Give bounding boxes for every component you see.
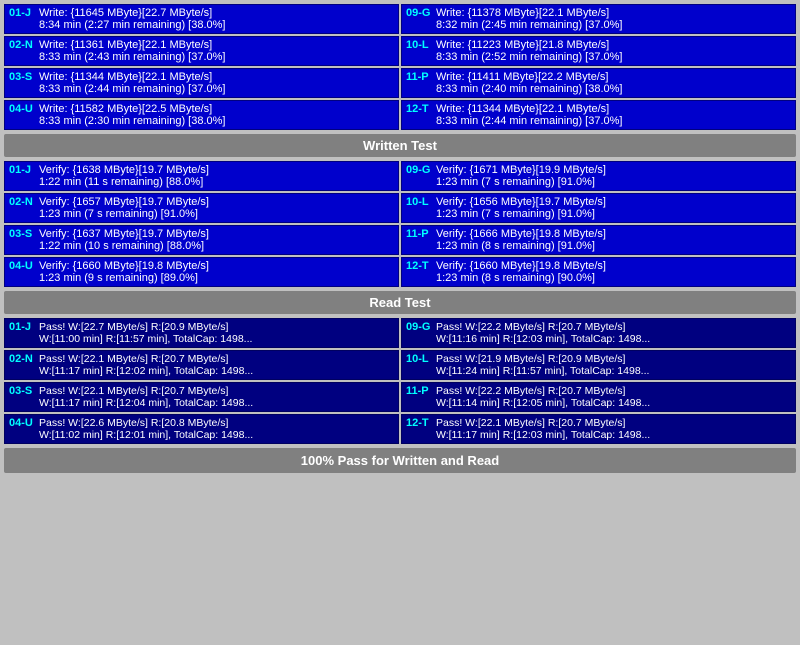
verify-left-04u: 04-U Verify: {1660 MByte}[19.8 MByte/s] …: [4, 257, 399, 287]
read-test-header: Read Test: [4, 291, 796, 314]
write-card-03s: 03-S Write: {11344 MByte}[22.1 MByte/s] …: [4, 68, 399, 98]
verify-card-09g: 09-G Verify: {1671 MByte}[19.9 MByte/s] …: [401, 161, 796, 191]
verify-card-02n: 02-N Verify: {1657 MByte}[19.7 MByte/s] …: [4, 193, 399, 223]
write-left-04u: 04-U Write: {11582 MByte}[22.5 MByte/s] …: [4, 100, 399, 130]
read-card-02n: 02-N Pass! W:[22.1 MByte/s] R:[20.7 MByt…: [4, 350, 399, 380]
read-card-12t: 12-T Pass! W:[22.1 MByte/s] R:[20.7 MByt…: [401, 414, 796, 444]
read-right-09g: 09-G Pass! W:[22.2 MByte/s] R:[20.7 MByt…: [401, 318, 796, 348]
verify-section: 01-J Verify: {1638 MByte}[19.7 MByte/s] …: [4, 161, 796, 287]
verify-card-10l: 10-L Verify: {1656 MByte}[19.7 MByte/s] …: [401, 193, 796, 223]
read-card-09g: 09-G Pass! W:[22.2 MByte/s] R:[20.7 MByt…: [401, 318, 796, 348]
write-grid-3: 03-S Write: {11344 MByte}[22.1 MByte/s] …: [4, 68, 796, 98]
verify-left-01j: 01-J Verify: {1638 MByte}[19.7 MByte/s] …: [4, 161, 399, 191]
read-card-10l: 10-L Pass! W:[21.9 MByte/s] R:[20.9 MByt…: [401, 350, 796, 380]
write-grid: 01-J Write: {11645 MByte}[22.7 MByte/s] …: [4, 4, 796, 34]
write-right-12t: 12-T Write: {11344 MByte}[22.1 MByte/s] …: [401, 100, 796, 130]
verify-grid-1: 01-J Verify: {1638 MByte}[19.7 MByte/s] …: [4, 161, 796, 191]
write-right-11p: 11-P Write: {11411 MByte}[22.2 MByte/s] …: [401, 68, 796, 98]
verify-left-02n: 02-N Verify: {1657 MByte}[19.7 MByte/s] …: [4, 193, 399, 223]
verify-card-01j: 01-J Verify: {1638 MByte}[19.7 MByte/s] …: [4, 161, 399, 191]
card-text-09g-l2: 8:32 min (2:45 min remaining) [37.0%]: [436, 19, 791, 31]
write-card-04u: 04-U Write: {11582 MByte}[22.5 MByte/s] …: [4, 100, 399, 130]
read-grid-2: 02-N Pass! W:[22.1 MByte/s] R:[20.7 MByt…: [4, 350, 796, 380]
read-left-04u: 04-U Pass! W:[22.6 MByte/s] R:[20.8 MByt…: [4, 414, 399, 444]
card-text-01j-l2: 8:34 min (2:27 min remaining) [38.0%]: [39, 19, 394, 31]
read-grid-3: 03-S Pass! W:[22.1 MByte/s] R:[20.7 MByt…: [4, 382, 796, 412]
card-text-09g-l1: Write: {11378 MByte}[22.1 MByte/s]: [436, 7, 791, 19]
write-card-01j: 01-J Write: {11645 MByte}[22.7 MByte/s] …: [4, 4, 399, 34]
write-card-11p: 11-P Write: {11411 MByte}[22.2 MByte/s] …: [401, 68, 796, 98]
verify-card-12t: 12-T Verify: {1660 MByte}[19.8 MByte/s] …: [401, 257, 796, 287]
verify-left-03s: 03-S Verify: {1637 MByte}[19.7 MByte/s] …: [4, 225, 399, 255]
write-right-10l: 10-L Write: {11223 MByte}[21.8 MByte/s] …: [401, 36, 796, 66]
verify-right-09g: 09-G Verify: {1671 MByte}[19.9 MByte/s] …: [401, 161, 796, 191]
verify-card-04u: 04-U Verify: {1660 MByte}[19.8 MByte/s] …: [4, 257, 399, 287]
write-card-09g: 09-G Write: {11378 MByte}[22.1 MByte/s] …: [401, 4, 796, 34]
verify-right-11p: 11-P Verify: {1666 MByte}[19.8 MByte/s] …: [401, 225, 796, 255]
written-test-header: Written Test: [4, 134, 796, 157]
read-right-10l: 10-L Pass! W:[21.9 MByte/s] R:[20.9 MByt…: [401, 350, 796, 380]
read-card-01j: 01-J Pass! W:[22.7 MByte/s] R:[20.9 MByt…: [4, 318, 399, 348]
read-left-03s: 03-S Pass! W:[22.1 MByte/s] R:[20.7 MByt…: [4, 382, 399, 412]
read-right-11p: 11-P Pass! W:[22.2 MByte/s] R:[20.7 MByt…: [401, 382, 796, 412]
write-card-10l: 10-L Write: {11223 MByte}[21.8 MByte/s] …: [401, 36, 796, 66]
read-left-01j: 01-J Pass! W:[22.7 MByte/s] R:[20.9 MByt…: [4, 318, 399, 348]
write-card-12t: 12-T Write: {11344 MByte}[22.1 MByte/s] …: [401, 100, 796, 130]
write-card-02n: 02-N Write: {11361 MByte}[22.1 MByte/s] …: [4, 36, 399, 66]
write-left-02n: 02-N Write: {11361 MByte}[22.1 MByte/s] …: [4, 36, 399, 66]
verify-card-03s: 03-S Verify: {1637 MByte}[19.7 MByte/s] …: [4, 225, 399, 255]
write-left-03s: 03-S Write: {11344 MByte}[22.1 MByte/s] …: [4, 68, 399, 98]
read-card-03s: 03-S Pass! W:[22.1 MByte/s] R:[20.7 MByt…: [4, 382, 399, 412]
read-grid-1: 01-J Pass! W:[22.7 MByte/s] R:[20.9 MByt…: [4, 318, 796, 348]
write-right-col-09g: 09-G Write: {11378 MByte}[22.1 MByte/s] …: [401, 4, 796, 34]
read-grid-4: 04-U Pass! W:[22.6 MByte/s] R:[20.8 MByt…: [4, 414, 796, 444]
card-id-09g: 09-G: [406, 7, 434, 19]
write-left-col: 01-J Write: {11645 MByte}[22.7 MByte/s] …: [4, 4, 399, 34]
write-grid-4: 04-U Write: {11582 MByte}[22.5 MByte/s] …: [4, 100, 796, 130]
verify-grid-3: 03-S Verify: {1637 MByte}[19.7 MByte/s] …: [4, 225, 796, 255]
main-container: 01-J Write: {11645 MByte}[22.7 MByte/s] …: [0, 0, 800, 477]
read-section: 01-J Pass! W:[22.7 MByte/s] R:[20.9 MByt…: [4, 318, 796, 444]
verify-card-11p: 11-P Verify: {1666 MByte}[19.8 MByte/s] …: [401, 225, 796, 255]
read-left-02n: 02-N Pass! W:[22.1 MByte/s] R:[20.7 MByt…: [4, 350, 399, 380]
read-right-12t: 12-T Pass! W:[22.1 MByte/s] R:[20.7 MByt…: [401, 414, 796, 444]
card-text-01j-l1: Write: {11645 MByte}[22.7 MByte/s]: [39, 7, 394, 19]
card-id-01j: 01-J: [9, 7, 37, 19]
footer-status: 100% Pass for Written and Read: [4, 448, 796, 473]
write-grid-2: 02-N Write: {11361 MByte}[22.1 MByte/s] …: [4, 36, 796, 66]
verify-right-12t: 12-T Verify: {1660 MByte}[19.8 MByte/s] …: [401, 257, 796, 287]
write-section: 01-J Write: {11645 MByte}[22.7 MByte/s] …: [4, 4, 796, 130]
read-card-04u: 04-U Pass! W:[22.6 MByte/s] R:[20.8 MByt…: [4, 414, 399, 444]
read-card-11p: 11-P Pass! W:[22.2 MByte/s] R:[20.7 MByt…: [401, 382, 796, 412]
verify-grid-4: 04-U Verify: {1660 MByte}[19.8 MByte/s] …: [4, 257, 796, 287]
verify-grid-2: 02-N Verify: {1657 MByte}[19.7 MByte/s] …: [4, 193, 796, 223]
verify-right-10l: 10-L Verify: {1656 MByte}[19.7 MByte/s] …: [401, 193, 796, 223]
